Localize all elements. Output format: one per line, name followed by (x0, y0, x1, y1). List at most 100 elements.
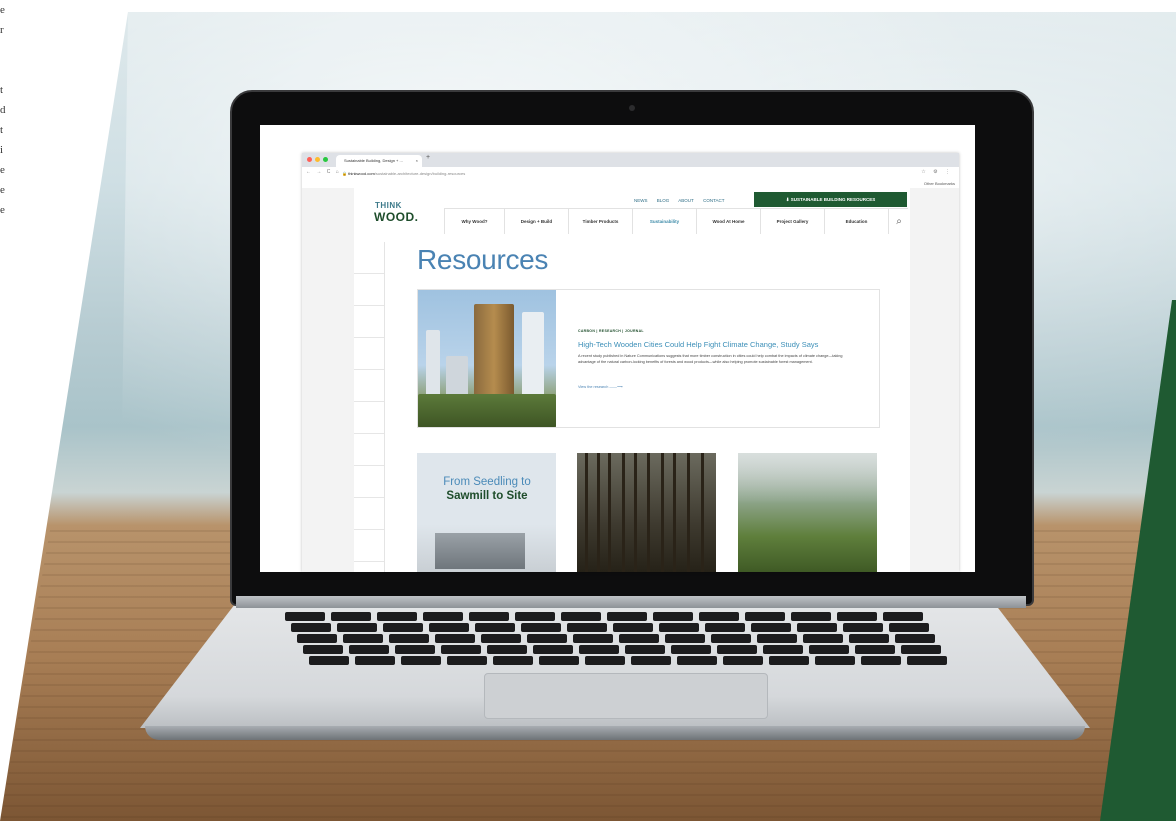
tab-strip: Sustainable Building, Design + ... × + (302, 153, 959, 167)
side-grid-column (354, 242, 385, 572)
keyboard-key (493, 656, 533, 665)
keyboard-key (895, 634, 935, 643)
featured-article-card[interactable]: CARBON | RESEARCH | JOURNAL High-Tech Wo… (417, 289, 880, 428)
building-shape (426, 330, 440, 400)
edge-letter: e (0, 4, 5, 16)
nav-timber-products[interactable]: Timber Products (568, 209, 632, 234)
tree-trunk (597, 453, 600, 572)
sustainable-resources-button[interactable]: ⬇ SUSTAINABLE BUILDING RESOURCES (754, 192, 907, 207)
keyboard-key (349, 645, 389, 654)
keyboard-key (849, 634, 889, 643)
laptop-keyboard (285, 612, 965, 668)
page-title: Resources (417, 244, 549, 275)
cropped-text-column: e r t d t i e e e (0, 0, 20, 220)
browser-tab[interactable]: Sustainable Building, Design + ... × (336, 155, 422, 167)
keyboard-key (901, 645, 941, 654)
keyboard-key (487, 645, 527, 654)
browser-menu-icons[interactable]: ☆ ⚙ ⋮ (921, 169, 953, 175)
keyboard-key (355, 656, 395, 665)
keyboard-key (527, 634, 567, 643)
nav-sustainability[interactable]: Sustainability (632, 209, 696, 234)
nav-project-gallery[interactable]: Project Gallery (760, 209, 824, 234)
keyboard-key (791, 612, 831, 621)
nav-blog-link[interactable]: BLOG (657, 198, 670, 203)
bookmarks-bar: Other Bookmarks (302, 180, 959, 188)
keyboard-key (475, 623, 515, 632)
url-path: /sustainable-architecture-design/buildin… (374, 171, 466, 176)
forest-card[interactable] (577, 453, 716, 572)
keyboard-key (521, 623, 561, 632)
keyboard-key (889, 623, 929, 632)
keyboard-key (285, 612, 325, 621)
nav-controls-icon[interactable]: ← → C ⌂ (306, 169, 341, 175)
keyboard-key (659, 623, 699, 632)
keyboard-key (567, 623, 607, 632)
tree-trunk (687, 453, 690, 572)
keyboard-key (585, 656, 625, 665)
building-shape (522, 312, 544, 398)
nav-why-wood[interactable]: Why Wood? (444, 209, 504, 234)
nav-education[interactable]: Education (824, 209, 888, 234)
keyboard-key (653, 612, 693, 621)
keyboard-key (607, 612, 647, 621)
nav-about-link[interactable]: ABOUT (678, 198, 694, 203)
tree-trunk (585, 453, 588, 572)
url-field[interactable]: 🔒 thinkwood.com/sustainable-architecture… (342, 169, 465, 178)
logo-think[interactable]: THINK (375, 201, 402, 210)
edge-letter: e (0, 184, 5, 196)
keyboard-key (619, 634, 659, 643)
keyboard-key (561, 612, 601, 621)
keyboard-key (303, 645, 343, 654)
article-tags: CARBON | RESEARCH | JOURNAL (578, 329, 644, 333)
keyboard-key (763, 645, 803, 654)
address-bar-row: ← → C ⌂ 🔒 thinkwood.com/sustainable-arch… (302, 167, 959, 181)
nav-design-build[interactable]: Design + Build (504, 209, 568, 234)
wooden-tower-image (418, 290, 556, 427)
article-excerpt: A recent study published in Nature Commu… (578, 354, 843, 364)
edge-letter (0, 40, 20, 60)
keyboard-key (401, 656, 441, 665)
seedling-card-title: From Seedling to Sawmill to Site (421, 475, 553, 503)
tree-trunk (661, 453, 664, 572)
keyboard-key (297, 634, 337, 643)
nav-contact-link[interactable]: CONTACT (703, 198, 724, 203)
keyboard-key (699, 612, 739, 621)
view-research-link[interactable]: View the research ——⟶ (578, 384, 622, 389)
mist-overlay (738, 453, 877, 503)
keyboard-key (469, 612, 509, 621)
nav-wood-at-home[interactable]: Wood At Home (696, 209, 760, 234)
search-icon[interactable]: ⌕ (888, 209, 909, 234)
article-headline[interactable]: High-Tech Wooden Cities Could Help Fight… (578, 340, 818, 349)
keyboard-key (677, 656, 717, 665)
keyboard-key (441, 645, 481, 654)
keyboard-key (337, 623, 377, 632)
nav-news-link[interactable]: NEWS (634, 198, 648, 203)
tab-close-icon[interactable]: × (416, 155, 418, 167)
new-tab-button[interactable]: + (426, 154, 430, 161)
edge-letter: e (0, 164, 5, 176)
keyboard-key (343, 634, 383, 643)
edge-letter: t (0, 124, 4, 136)
close-window-icon[interactable] (307, 157, 312, 162)
tree-trunk (608, 453, 611, 572)
browser-window: Sustainable Building, Design + ... × + ←… (302, 153, 959, 572)
other-bookmarks-link[interactable]: Other Bookmarks (924, 181, 955, 186)
keyboard-key (291, 623, 331, 632)
seedling-card[interactable]: From Seedling to Sawmill to Site (417, 453, 556, 572)
keyboard-key (855, 645, 895, 654)
laptop-base-edge (145, 726, 1085, 740)
minimize-window-icon[interactable] (315, 157, 320, 162)
keyboard-key (515, 612, 555, 621)
keyboard-key (751, 623, 791, 632)
keyboard-key (377, 612, 417, 621)
logo-wood[interactable]: WOOD. (374, 210, 419, 224)
keyboard-key (671, 645, 711, 654)
keyboard-key (423, 612, 463, 621)
seedling-title-line1: From Seedling to (443, 476, 531, 488)
valley-card[interactable] (738, 453, 877, 572)
keyboard-key (533, 645, 573, 654)
keyboard-key (861, 656, 901, 665)
maximize-window-icon[interactable] (323, 157, 328, 162)
edge-letter: d (0, 104, 6, 116)
keyboard-key (723, 656, 763, 665)
